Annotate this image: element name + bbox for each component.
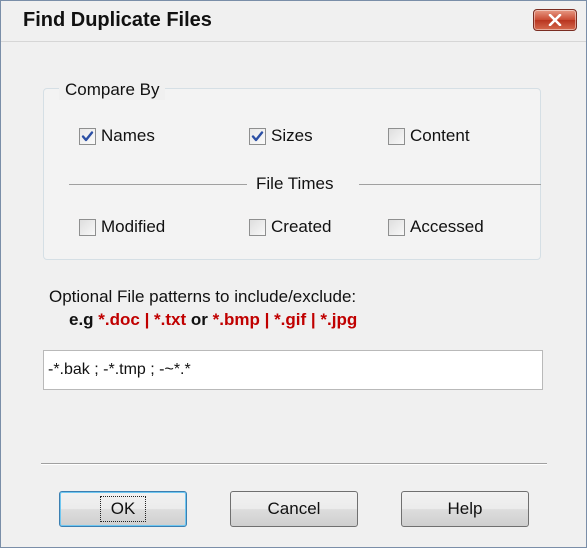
checkbox-modified[interactable]: Modified bbox=[79, 217, 165, 237]
window-title: Find Duplicate Files bbox=[23, 9, 212, 31]
find-duplicate-files-dialog: Find Duplicate Files Compare By Names Si… bbox=[0, 0, 587, 548]
sizes-label: Sizes bbox=[271, 126, 313, 145]
example-prefix: e.g bbox=[69, 310, 99, 329]
checkbox-accessed[interactable]: Accessed bbox=[388, 217, 484, 237]
checkmark-icon bbox=[251, 130, 264, 141]
example-image-patterns: *.bmp | *.gif | *.jpg bbox=[212, 310, 358, 329]
title-bar[interactable]: Find Duplicate Files bbox=[1, 1, 586, 42]
file-times-divider-left bbox=[69, 184, 247, 185]
names-label: Names bbox=[101, 126, 155, 145]
modified-checkbox[interactable] bbox=[79, 218, 96, 236]
cancel-button[interactable]: Cancel bbox=[230, 491, 358, 527]
sizes-checkbox[interactable] bbox=[249, 127, 266, 145]
file-patterns-example: e.g *.doc | *.txt or *.bmp | *.gif | *.j… bbox=[69, 310, 357, 330]
checkbox-created[interactable]: Created bbox=[249, 217, 331, 237]
checkbox-sizes[interactable]: Sizes bbox=[249, 126, 313, 146]
created-checkbox[interactable] bbox=[249, 218, 266, 236]
checkbox-content[interactable]: Content bbox=[388, 126, 470, 146]
help-label: Help bbox=[447, 499, 483, 518]
created-label: Created bbox=[271, 217, 332, 236]
file-times-divider-right bbox=[359, 184, 541, 185]
checkmark-icon bbox=[81, 130, 94, 141]
help-button[interactable]: Help bbox=[401, 491, 529, 527]
compare-by-label: Compare By bbox=[59, 80, 166, 100]
example-separator: or bbox=[186, 310, 213, 329]
close-icon bbox=[548, 14, 562, 26]
close-button[interactable] bbox=[533, 9, 577, 31]
ok-label: OK bbox=[99, 496, 147, 522]
file-times-label: File Times bbox=[256, 174, 334, 193]
content-label: Content bbox=[410, 126, 470, 145]
example-document-patterns: *.doc | *.txt bbox=[98, 310, 187, 329]
cancel-label: Cancel bbox=[267, 499, 321, 518]
file-patterns-input[interactable] bbox=[43, 350, 543, 390]
ok-button[interactable]: OK bbox=[59, 491, 187, 527]
content-checkbox[interactable] bbox=[388, 127, 405, 145]
modified-label: Modified bbox=[101, 217, 166, 236]
accessed-checkbox[interactable] bbox=[388, 218, 405, 236]
file-patterns-label: Optional File patterns to include/exclud… bbox=[49, 287, 357, 306]
names-checkbox[interactable] bbox=[79, 127, 96, 145]
checkbox-names[interactable]: Names bbox=[79, 126, 155, 146]
button-separator-highlight bbox=[41, 464, 547, 465]
accessed-label: Accessed bbox=[410, 217, 484, 236]
